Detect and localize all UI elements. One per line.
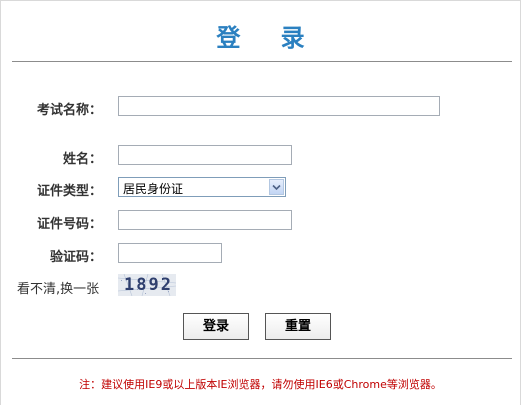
page-title: 登 录 xyxy=(216,24,321,52)
exam-name-label: 考试名称： xyxy=(36,103,102,118)
refresh-captcha-link[interactable]: 看不清,换一张 xyxy=(17,278,99,297)
id-number-input[interactable] xyxy=(118,210,292,230)
reset-button[interactable]: 重置 xyxy=(265,313,331,340)
captcha-input[interactable] xyxy=(118,243,222,263)
id-type-select[interactable]: 居民身份证 xyxy=(118,177,286,197)
exam-name-input[interactable] xyxy=(118,96,440,116)
id-type-label: 证件类型： xyxy=(36,184,102,199)
top-divider xyxy=(12,61,512,62)
name-label: 姓名： xyxy=(62,152,102,167)
bottom-divider xyxy=(12,358,512,359)
login-button[interactable]: 登录 xyxy=(183,313,249,340)
id-type-selected: 居民身份证 xyxy=(123,182,184,196)
captcha-image[interactable]: 1892 xyxy=(118,274,176,296)
browser-notice: 注：建议使用IE9或以上版本IE浏览器，请勿使用IE6或Chrome等浏览器。 xyxy=(79,378,442,391)
captcha-code: 1892 xyxy=(124,275,173,295)
id-number-label: 证件号码： xyxy=(36,217,102,232)
name-input[interactable] xyxy=(118,145,292,165)
chevron-down-icon[interactable] xyxy=(269,179,284,195)
captcha-label: 验证码： xyxy=(49,250,102,265)
